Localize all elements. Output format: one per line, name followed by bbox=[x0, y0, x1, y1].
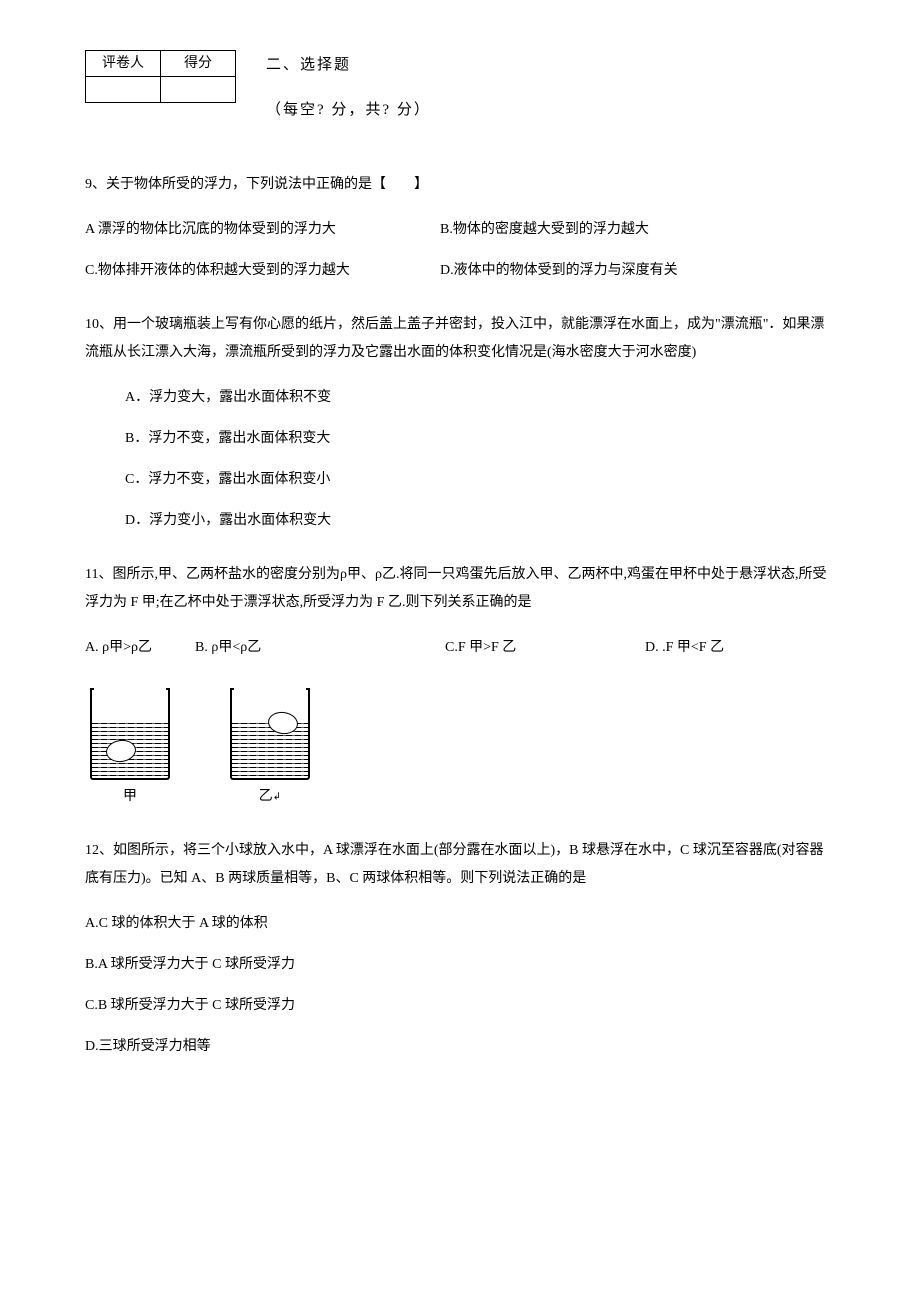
question-12-option-c: C.B 球所受浮力大于 C 球所受浮力 bbox=[85, 995, 835, 1016]
section-title: 二、选择题 bbox=[266, 54, 431, 77]
question-9-stem: 9、关于物体所受的浮力，下列说法中正确的是【 】 bbox=[85, 171, 835, 199]
question-9-options-row-2: C.物体排开液体的体积越大受到的浮力越大 D.液体中的物体受到的浮力与深度有关 bbox=[85, 260, 835, 281]
question-9-options-row-1: A 漂浮的物体比沉底的物体受到的浮力大 B.物体的密度越大受到的浮力越大 bbox=[85, 219, 835, 240]
score-value-cell bbox=[161, 77, 236, 103]
question-10-option-d: D．浮力变小，露出水面体积变大 bbox=[85, 510, 835, 531]
question-9-option-d: D.液体中的物体受到的浮力与深度有关 bbox=[440, 260, 835, 281]
question-12-stem: 12、如图所示，将三个小球放入水中，A 球漂浮在水面上(部分露在水面以上)，B … bbox=[85, 837, 835, 893]
question-12-option-a: A.C 球的体积大于 A 球的体积 bbox=[85, 913, 835, 934]
question-12-option-d: D.三球所受浮力相等 bbox=[85, 1036, 835, 1057]
score-header-cell: 得分 bbox=[161, 51, 236, 77]
grader-value-cell bbox=[86, 77, 161, 103]
question-11-stem: 11、图所示,甲、乙两杯盐水的密度分别为ρ甲、ρ乙.将同一只鸡蛋先后放入甲、乙两… bbox=[85, 561, 835, 617]
beaker-yi-label: 乙↲ bbox=[225, 786, 315, 807]
question-11-figure: 甲 乙↲ bbox=[85, 688, 835, 807]
beaker-jia-label: 甲 bbox=[85, 786, 175, 807]
question-12: 12、如图所示，将三个小球放入水中，A 球漂浮在水面上(部分露在水面以上)，B … bbox=[85, 837, 835, 1057]
question-10-option-c: C．浮力不变，露出水面体积变小 bbox=[85, 469, 835, 490]
question-9-option-c: C.物体排开液体的体积越大受到的浮力越大 bbox=[85, 260, 440, 281]
question-10-option-a: A．浮力变大，露出水面体积不变 bbox=[85, 387, 835, 408]
question-12-option-b: B.A 球所受浮力大于 C 球所受浮力 bbox=[85, 954, 835, 975]
question-10-option-b: B．浮力不变，露出水面体积变大 bbox=[85, 428, 835, 449]
question-11: 11、图所示,甲、乙两杯盐水的密度分别为ρ甲、ρ乙.将同一只鸡蛋先后放入甲、乙两… bbox=[85, 561, 835, 807]
section-header: 评卷人 得分 二、选择题 （每空? 分，共? 分） bbox=[85, 50, 835, 121]
question-11-option-c: C.F 甲>F 乙 bbox=[445, 637, 645, 658]
question-11-option-b: B. ρ甲<ρ乙 bbox=[195, 637, 445, 658]
question-10: 10、用一个玻璃瓶装上写有你心愿的纸片，然后盖上盖子并密封，投入江中，就能漂浮在… bbox=[85, 311, 835, 531]
section-subtitle: （每空? 分，共? 分） bbox=[266, 99, 431, 122]
question-11-option-a: A. ρ甲>ρ乙 bbox=[85, 637, 195, 658]
question-10-stem: 10、用一个玻璃瓶装上写有你心愿的纸片，然后盖上盖子并密封，投入江中，就能漂浮在… bbox=[85, 311, 835, 367]
beaker-yi: 乙↲ bbox=[225, 688, 315, 807]
question-11-option-d: D. .F 甲<F 乙 bbox=[645, 637, 835, 658]
question-9: 9、关于物体所受的浮力，下列说法中正确的是【 】 A 漂浮的物体比沉底的物体受到… bbox=[85, 171, 835, 281]
grader-score-table: 评卷人 得分 bbox=[85, 50, 236, 103]
grader-header-cell: 评卷人 bbox=[86, 51, 161, 77]
beaker-jia: 甲 bbox=[85, 688, 175, 807]
section-title-block: 二、选择题 （每空? 分，共? 分） bbox=[266, 50, 431, 121]
question-9-option-a: A 漂浮的物体比沉底的物体受到的浮力大 bbox=[85, 219, 440, 240]
question-9-option-b: B.物体的密度越大受到的浮力越大 bbox=[440, 219, 835, 240]
question-11-options-row: A. ρ甲>ρ乙 B. ρ甲<ρ乙 C.F 甲>F 乙 D. .F 甲<F 乙 bbox=[85, 637, 835, 658]
